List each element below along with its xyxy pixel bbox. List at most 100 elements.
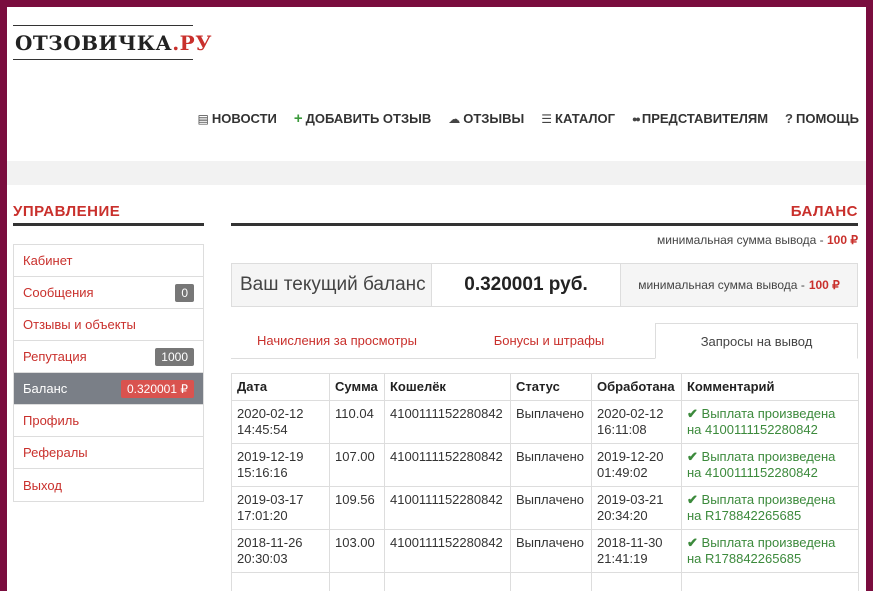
time-value: 21:41:19 — [597, 551, 648, 566]
balance-value: 0.320001 руб. — [432, 264, 621, 306]
nav-news[interactable]: ▤ НОВОСТИ — [198, 110, 277, 127]
balance-min-withdraw: минимальная сумма вывода -100 ₽ — [621, 264, 857, 306]
cell-sum: 110.04 — [329, 400, 385, 444]
min-withdraw-text: минимальная сумма вывода - — [657, 233, 824, 247]
tab-withdraw-requests[interactable]: Запросы на вывод — [655, 323, 858, 359]
balance-badge: 0.320001 ₽ — [120, 379, 194, 398]
cell-processed: 2019-12-20 01:49:02 — [591, 443, 682, 487]
time-value: 01:49:02 — [597, 465, 648, 480]
cell-sum: 107.00 — [329, 443, 385, 487]
header-band — [7, 161, 866, 185]
comment-text: Выплата произведена — [701, 492, 836, 507]
tab-view-accruals[interactable]: Начисления за просмотры — [231, 323, 443, 358]
site-logo[interactable]: ОТЗОВИЧКА.РУ — [13, 25, 211, 60]
comment-wallet: на R178842265685 — [687, 508, 802, 523]
logo-accent: .РУ — [172, 31, 212, 55]
sidebar-title: УПРАВЛЕНИЕ — [13, 203, 204, 226]
table-row: 2019-03-17 17:01:20 109.56 41001111522808… — [231, 486, 859, 530]
nav-help[interactable]: ? ПОМОЩЬ — [785, 110, 859, 127]
balance-label: Ваш текущий баланс — [232, 264, 432, 306]
header: ОТЗОВИЧКА.РУ ▤ НОВОСТИ + ДОБАВИТЬ ОТЗЫВ ☁ О… — [7, 7, 866, 161]
col-processed: Обработана — [591, 373, 682, 401]
table-row — [231, 572, 859, 591]
sidebar-item-label: Выход — [23, 477, 62, 493]
plus-icon: + — [293, 110, 303, 127]
cell-empty — [231, 572, 330, 591]
balance-min-text: минимальная сумма вывода - — [638, 278, 805, 292]
check-icon: ✔ — [687, 492, 698, 507]
nav-label: ПОМОЩЬ — [796, 111, 859, 126]
cell-status: Выплачено — [510, 400, 592, 444]
cell-comment: ✔ Выплата произведена на R178842265685 — [681, 529, 859, 573]
users-icon: ●● — [632, 113, 641, 124]
cell-status: Выплачено — [510, 443, 592, 487]
time-value: 16:11:08 — [597, 422, 647, 437]
cell-empty — [681, 572, 859, 591]
cell-status: Выплачено — [510, 529, 592, 573]
sidebar-item-profile[interactable]: Профиль — [14, 405, 203, 437]
check-icon: ✔ — [687, 449, 698, 464]
col-wallet: Кошелёк — [384, 373, 511, 401]
balance-min-amount: 100 ₽ — [808, 278, 840, 292]
withdraw-table: Дата Сумма Кошелёк Статус Обработана Ком… — [231, 373, 859, 591]
sidebar-item-cabinet[interactable]: Кабинет — [14, 245, 203, 277]
cell-processed: 2019-03-21 20:34:20 — [591, 486, 682, 530]
date-value: 2018-11-26 — [237, 535, 303, 550]
cell-wallet: 4100111152280842 — [384, 486, 511, 530]
cell-empty — [510, 572, 592, 591]
tab-bonuses-penalties[interactable]: Бонусы и штрафы — [443, 323, 655, 358]
col-sum: Сумма — [329, 373, 385, 401]
comment-text: Выплата произведена — [701, 535, 836, 550]
logo-text: ОТЗОВИЧКА — [15, 31, 173, 55]
min-withdraw-amount: 100 ₽ — [827, 233, 858, 247]
nav-label: ПРЕДСТАВИТЕЛЯМ — [641, 111, 769, 126]
table-row: 2019-12-19 15:16:16 107.00 41001111522808… — [231, 443, 859, 487]
cell-date: 2020-02-12 14:45:54 — [231, 400, 330, 444]
sidebar-item-balance[interactable]: Баланс 0.320001 ₽ — [14, 373, 203, 405]
sidebar-item-reputation[interactable]: Репутация 1000 — [14, 341, 203, 373]
nav-label: КАТАЛОГ — [555, 111, 615, 126]
time-value: 15:16:16 — [237, 465, 288, 480]
date-value: 2019-03-21 — [597, 492, 664, 507]
cell-empty — [329, 572, 385, 591]
sidebar-item-logout[interactable]: Выход — [14, 469, 203, 501]
sidebar-item-referrals[interactable]: Рефералы — [14, 437, 203, 469]
cell-date: 2019-03-17 17:01:20 — [231, 486, 330, 530]
sidebar-item-reviews-objects[interactable]: Отзывы и объекты — [14, 309, 203, 341]
balance-tabs: Начисления за просмотры Бонусы и штрафы … — [231, 323, 858, 359]
min-withdraw-note: минимальная сумма вывода - 100 ₽ — [231, 233, 858, 247]
cell-status: Выплачено — [510, 486, 592, 530]
comment-text: Выплата произведена — [701, 406, 836, 421]
date-value: 2019-03-17 — [237, 492, 304, 507]
cell-processed: 2018-11-30 21:41:19 — [591, 529, 682, 573]
time-value: 14:45:54 — [237, 422, 288, 437]
nav-catalog[interactable]: ☰ КАТАЛОГ — [541, 110, 615, 127]
reputation-badge: 1000 — [155, 347, 194, 366]
comment-wallet: на R178842265685 — [687, 551, 802, 566]
cell-date: 2018-11-26 20:30:03 — [231, 529, 330, 573]
list-icon: ☰ — [541, 111, 553, 126]
time-value: 17:01:20 — [237, 508, 288, 523]
date-value: 2019-12-19 — [237, 449, 304, 464]
sidebar-menu: Кабинет Сообщения 0 Отзывы и объекты Репу… — [13, 244, 204, 502]
comment-wallet: на 4100111152280842 — [687, 422, 818, 437]
sidebar: УПРАВЛЕНИЕ Кабинет Сообщения 0 Отзывы и о… — [13, 203, 204, 502]
cell-wallet: 4100111152280842 — [384, 443, 511, 487]
nav-label: ДОБАВИТЬ ОТЗЫВ — [305, 111, 432, 126]
nav-add-review[interactable]: + ДОБАВИТЬ ОТЗЫВ — [294, 110, 431, 127]
main-nav: ▤ НОВОСТИ + ДОБАВИТЬ ОТЗЫВ ☁ ОТЗЫВЫ ☰ КАТАЛО… — [198, 110, 859, 127]
sidebar-item-messages[interactable]: Сообщения 0 — [14, 277, 203, 309]
nav-label: НОВОСТИ — [211, 111, 277, 126]
cell-comment: ✔ Выплата произведена на 4100111152280842 — [681, 400, 859, 444]
date-value: 2019-12-20 — [597, 449, 664, 464]
date-value: 2020-02-12 — [237, 406, 304, 421]
nav-label: ОТЗЫВЫ — [463, 111, 525, 126]
sidebar-item-label: Отзывы и объекты — [23, 317, 136, 332]
sidebar-item-label: Рефералы — [23, 445, 88, 460]
col-date: Дата — [231, 373, 330, 401]
nav-representatives[interactable]: ●● ПРЕДСТАВИТЕЛЯМ — [632, 110, 768, 127]
nav-reviews[interactable]: ☁ ОТЗЫВЫ — [448, 110, 524, 127]
sidebar-item-label: Кабинет — [23, 253, 73, 268]
sidebar-item-label: Репутация — [23, 349, 87, 364]
cell-wallet: 4100111152280842 — [384, 400, 511, 444]
